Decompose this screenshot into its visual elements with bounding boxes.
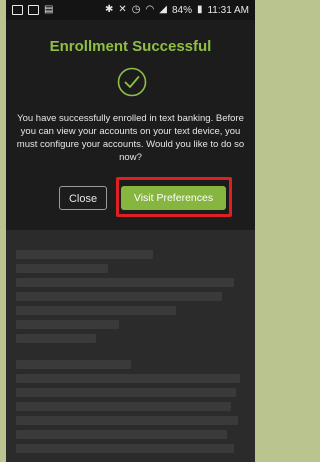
- mail-icon: [28, 5, 39, 15]
- close-button[interactable]: Close: [59, 186, 107, 210]
- alarm-icon: ◷: [131, 4, 141, 15]
- phone-screen: ▤ ✱ ✕ ◷ ◠ ◢ 84% ▮ 11:31 AM Enrollment Su…: [6, 0, 255, 462]
- visit-preferences-button[interactable]: Visit Preferences: [121, 186, 226, 210]
- enrollment-dialog: Enrollment Successful You have successfu…: [6, 20, 255, 230]
- battery-percent: 84%: [171, 4, 192, 16]
- wifi-icon: ◠: [145, 4, 155, 15]
- bluetooth-icon: ✱: [105, 4, 114, 15]
- clock: 11:31 AM: [207, 4, 249, 16]
- dialog-message: You have successfully enrolled in text b…: [16, 113, 245, 163]
- status-bar: ▤ ✱ ✕ ◷ ◠ ◢ 84% ▮ 11:31 AM: [6, 0, 255, 20]
- background-text-block: [16, 250, 245, 348]
- battery-icon: ▮: [196, 4, 203, 15]
- notification-icon: [12, 5, 23, 15]
- background-terms-block: [16, 360, 245, 458]
- checkmark-circle-icon: [117, 67, 147, 97]
- cell-signal-icon: ◢: [159, 4, 167, 15]
- signal-app-icon: ▤: [44, 4, 54, 15]
- mute-icon: ✕: [118, 4, 127, 15]
- dialog-title: Enrollment Successful: [49, 38, 212, 55]
